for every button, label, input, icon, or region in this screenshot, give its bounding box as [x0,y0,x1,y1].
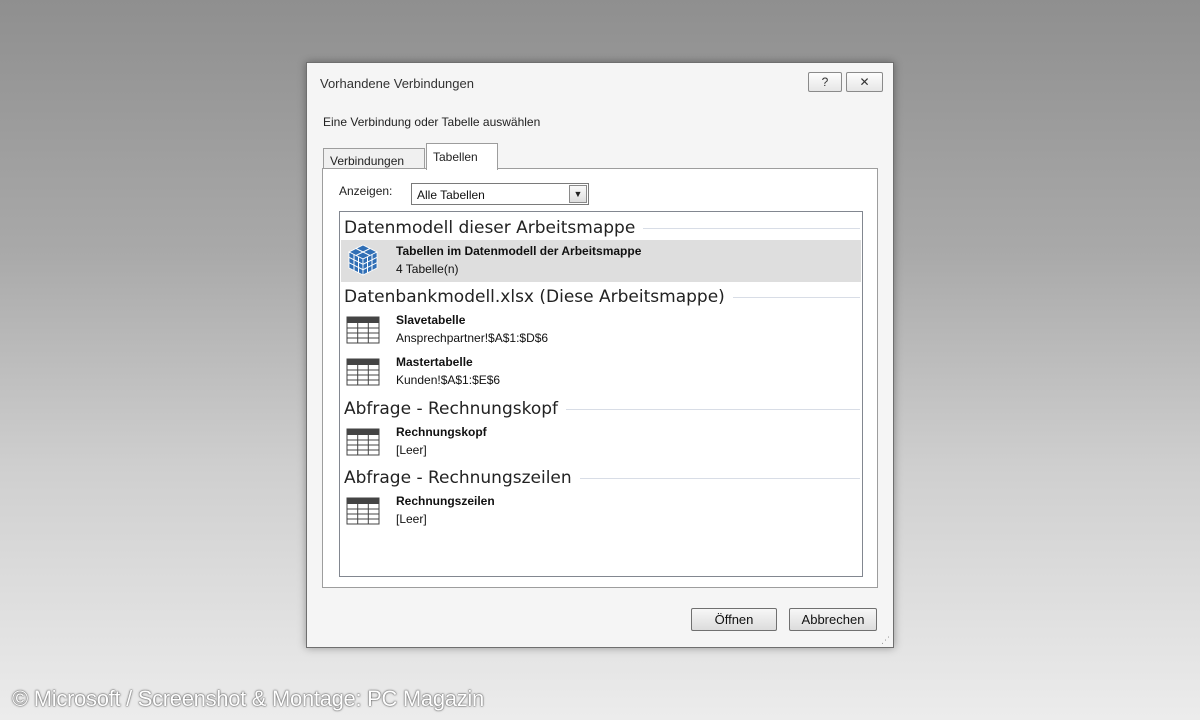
chevron-down-icon[interactable]: ▼ [569,185,587,203]
item-name: Rechnungskopf [396,425,487,439]
item-detail: [Leer] [396,443,427,457]
tab-tables-label: Tabellen [433,150,478,164]
open-button[interactable]: Öffnen [691,608,777,631]
item-name: Mastertabelle [396,355,473,369]
group-header-data-model: Datenmodell dieser Arbeitsmappe [344,218,860,238]
item-detail: Ansprechpartner!$A$1:$D$6 [396,331,549,345]
item-detail: 4 Tabelle(n) [396,262,459,276]
group-divider [566,408,860,410]
list-item-data-model-tables[interactable]: Tabellen im Datenmodell der Arbeitsmappe… [341,240,861,282]
image-credit: © Microsoft / Screenshot & Montage: PC M… [12,686,484,711]
group-header-label: Datenbankmodell.xlsx (Diese Arbeitsmappe… [344,287,725,307]
group-header-workbook: Datenbankmodell.xlsx (Diese Arbeitsmappe… [344,287,860,307]
help-button[interactable]: ? [808,72,842,92]
table-icon [346,316,380,344]
show-dropdown-value: Alle Tabellen [417,188,485,202]
title-bar: Vorhandene Verbindungen ? ✕ [307,63,893,101]
item-name: Slavetabelle [396,313,466,327]
help-icon: ? [821,75,829,89]
close-button[interactable]: ✕ [846,72,883,92]
dialog-prompt: Eine Verbindung oder Tabelle auswählen [323,115,541,129]
table-icon [346,497,380,525]
cube-icon [348,244,378,276]
group-divider [643,227,860,229]
list-item-mastertabelle[interactable]: Mastertabelle Kunden!$A$1:$E$6 [341,351,861,393]
list-item-slavetabelle[interactable]: Slavetabelle Ansprechpartner!$A$1:$D$6 [341,309,861,351]
group-header-label: Abfrage - Rechnungskopf [344,399,559,419]
show-label: Anzeigen: [339,184,393,198]
list-item-rechnungskopf[interactable]: Rechnungskopf [Leer] [341,421,861,463]
item-name: Tabellen im Datenmodell der Arbeitsmappe [396,244,642,258]
open-button-label: Öffnen [714,612,754,627]
tab-connections-label: Verbindungen [330,154,405,168]
group-header-label: Datenmodell dieser Arbeitsmappe [344,218,636,238]
item-detail: Kunden!$A$1:$E$6 [396,373,501,387]
item-detail: [Leer] [396,512,427,526]
item-name: Rechnungszeilen [396,494,495,508]
dialog-title: Vorhandene Verbindungen [320,76,474,91]
group-header-query-rechnungszeilen: Abfrage - Rechnungszeilen [344,468,860,488]
list-item-rechnungszeilen[interactable]: Rechnungszeilen [Leer] [341,490,861,532]
existing-connections-dialog: Vorhandene Verbindungen ? ✕ Eine Verbind… [306,62,894,648]
show-dropdown[interactable]: Alle Tabellen ▼ [411,183,589,205]
table-icon [346,428,380,456]
tables-panel: Anzeigen: Alle Tabellen ▼ Datenmodell di… [322,168,878,588]
tables-list: Datenmodell dieser Arbeitsmappe Tabellen… [339,211,863,577]
tab-tables[interactable]: Tabellen [426,143,498,170]
tab-connections[interactable]: Verbindungen [323,148,425,169]
table-icon [346,358,380,386]
group-divider [732,296,860,298]
cancel-button-label: Abbrechen [801,612,865,627]
group-divider [579,477,860,479]
close-icon: ✕ [859,75,870,89]
cancel-button[interactable]: Abbrechen [789,608,877,631]
group-header-label: Abfrage - Rechnungszeilen [344,468,572,488]
resize-grip-icon[interactable]: ⋰ [881,635,891,645]
group-header-query-rechnungskopf: Abfrage - Rechnungskopf [344,399,860,419]
